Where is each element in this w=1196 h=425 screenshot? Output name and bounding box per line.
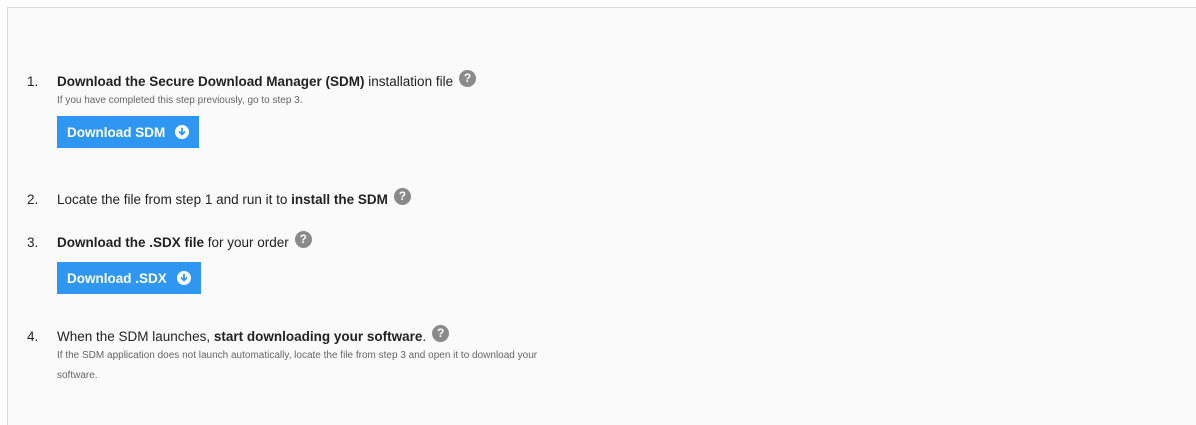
help-icon[interactable]: ? (294, 230, 312, 248)
download-sdx-button[interactable]: Download .SDX (57, 262, 201, 294)
step-2: 2. Locate the file from step 1 and run i… (27, 187, 927, 209)
step-3-line: 3. Download the .SDX file for your order… (27, 230, 927, 252)
step-number: 3. (27, 235, 39, 250)
help-icon[interactable]: ? (393, 187, 411, 205)
step-4: 4. When the SDM launches, start download… (27, 324, 927, 386)
step-1-note: If you have completed this step previous… (57, 95, 303, 106)
step-2-bold-text: install the SDM (291, 192, 388, 207)
step-3-bold-text: Download the .SDX file (57, 235, 205, 250)
download-icon (176, 271, 191, 285)
step-4-note-line-1: If the SDM application does not launch a… (57, 350, 538, 361)
download-icon (175, 125, 190, 139)
step-2-text: Locate the file from step 1 and run it t… (57, 192, 292, 207)
step-4-note-line-2: software. (57, 370, 98, 381)
step-1-bold-text: Download the Secure Download Manager (SD… (57, 74, 365, 89)
help-icon[interactable]: ? (432, 324, 450, 342)
step-number: 4. (27, 329, 39, 344)
step-number: 2. (27, 192, 39, 207)
step-3-text: for your order (204, 235, 289, 250)
step-4-bold-text: start downloading your software (213, 329, 423, 344)
step-number: 1. (27, 74, 39, 89)
download-sdx-label: Download .SDX (67, 270, 167, 286)
help-icon[interactable]: ? (459, 69, 477, 87)
step-1-text: installation file (364, 74, 454, 89)
step-2-line: 2. Locate the file from step 1 and run i… (27, 187, 927, 209)
step-1: 1. Download the Secure Download Manager … (27, 69, 927, 148)
step-3: 3. Download the .SDX file for your order… (27, 230, 927, 294)
step-1-line: 1. Download the Secure Download Manager … (27, 69, 927, 91)
download-sdm-label: Download SDM (67, 124, 166, 140)
step-4-line: 4. When the SDM launches, start download… (27, 324, 927, 346)
step-4-text: When the SDM launches, (57, 329, 214, 344)
download-sdm-button[interactable]: Download SDM (57, 116, 200, 148)
step-4-text-after: . (422, 329, 427, 344)
